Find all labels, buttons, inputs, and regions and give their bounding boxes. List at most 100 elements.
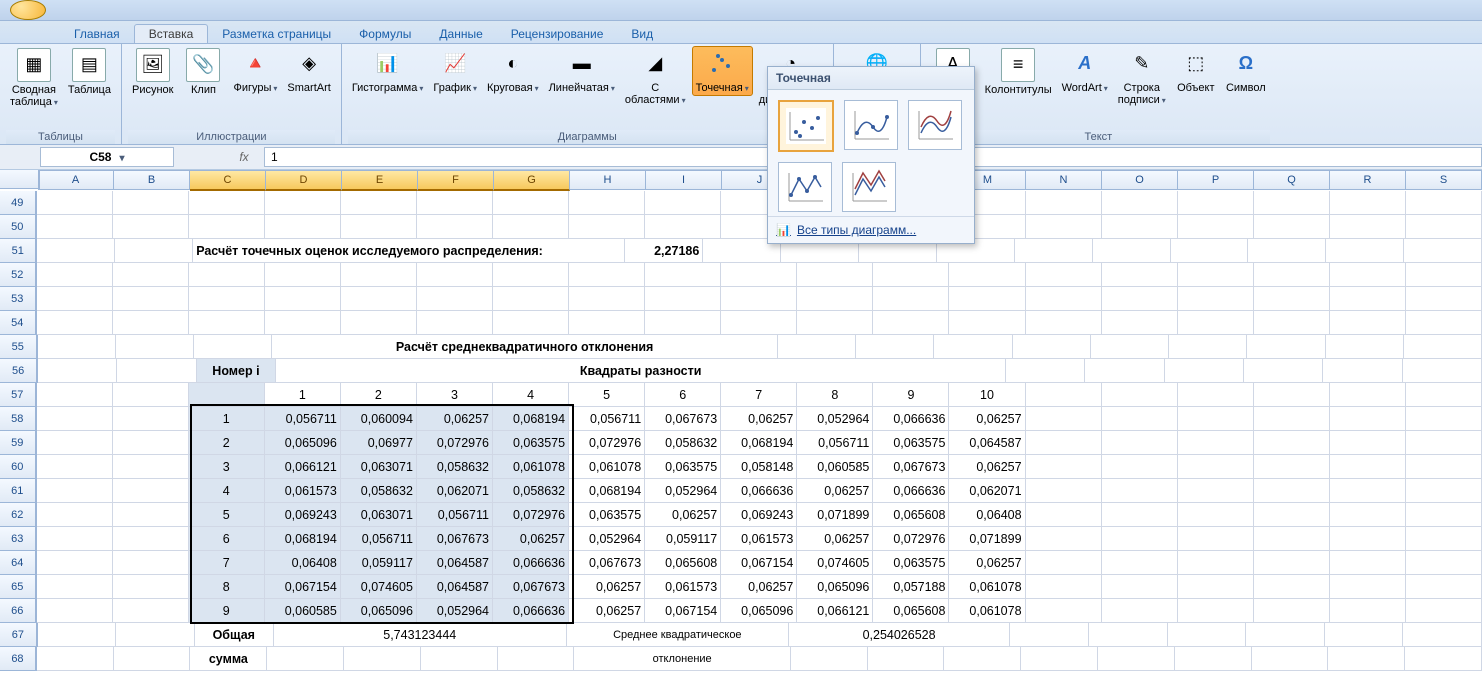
row-header-62[interactable]: 62 xyxy=(0,503,37,527)
column-header-N[interactable]: N xyxy=(1026,171,1102,190)
cell[interactable] xyxy=(37,527,113,551)
all-chart-types-link[interactable]: 📊 Все типы диаграмм... xyxy=(768,216,974,243)
cell[interactable]: 0,06257 xyxy=(721,575,797,599)
row-header-64[interactable]: 64 xyxy=(0,551,37,575)
cell[interactable]: 0,069243 xyxy=(265,503,341,527)
cell[interactable] xyxy=(1330,431,1406,455)
column-header-F[interactable]: F xyxy=(418,171,494,191)
row-header-53[interactable]: 53 xyxy=(0,287,37,311)
cell[interactable] xyxy=(1248,239,1326,263)
column-header-S[interactable]: S xyxy=(1406,171,1482,190)
cell[interactable] xyxy=(1406,383,1482,407)
cell[interactable] xyxy=(721,263,797,287)
cell[interactable] xyxy=(498,647,575,671)
cell[interactable]: 0,065096 xyxy=(797,575,873,599)
cell[interactable]: 0,066636 xyxy=(873,479,949,503)
cell[interactable] xyxy=(37,503,113,527)
cell[interactable] xyxy=(721,287,797,311)
cell[interactable] xyxy=(417,287,493,311)
cell[interactable] xyxy=(1026,263,1102,287)
cell[interactable] xyxy=(1406,551,1482,575)
cell[interactable] xyxy=(1102,551,1178,575)
cell[interactable]: 0,063575 xyxy=(645,455,721,479)
row-header-68[interactable]: 68 xyxy=(0,647,37,671)
cell[interactable]: 3 xyxy=(417,383,493,407)
cell[interactable]: Расчёт среднеквадратичного отклонения xyxy=(272,335,778,359)
cell[interactable] xyxy=(721,311,797,335)
cell[interactable]: 0,071899 xyxy=(949,527,1025,551)
cell[interactable] xyxy=(1102,311,1178,335)
cell[interactable] xyxy=(37,287,113,311)
cell[interactable] xyxy=(113,191,189,215)
cell[interactable] xyxy=(1254,431,1330,455)
cell[interactable] xyxy=(417,311,493,335)
column-header-I[interactable]: I xyxy=(646,171,722,190)
cell[interactable] xyxy=(1026,383,1102,407)
cell[interactable]: 0,062071 xyxy=(417,479,493,503)
column-header-A[interactable]: A xyxy=(38,171,114,190)
cell[interactable] xyxy=(1406,311,1482,335)
cell[interactable] xyxy=(873,311,949,335)
line-chart-button[interactable]: 📈 График xyxy=(429,46,481,96)
cell[interactable] xyxy=(265,311,341,335)
cell[interactable] xyxy=(1026,503,1102,527)
cell[interactable]: 0,072976 xyxy=(417,431,493,455)
cell[interactable] xyxy=(868,647,945,671)
clip-button[interactable]: 📎 Клип xyxy=(179,46,227,98)
fx-icon[interactable]: fx xyxy=(234,150,254,164)
cell[interactable] xyxy=(1330,599,1406,623)
cell[interactable] xyxy=(1406,455,1482,479)
cell[interactable]: 0,058632 xyxy=(493,479,569,503)
cell[interactable] xyxy=(344,647,421,671)
cell[interactable]: 0,066636 xyxy=(493,599,569,623)
cell[interactable] xyxy=(944,647,1021,671)
cell[interactable] xyxy=(1165,359,1244,383)
cell[interactable] xyxy=(37,455,113,479)
cell[interactable]: 0,074605 xyxy=(797,551,873,575)
cell[interactable]: 9 xyxy=(873,383,949,407)
cell[interactable]: 6 xyxy=(189,527,265,551)
cell[interactable]: 2 xyxy=(341,383,417,407)
cell[interactable] xyxy=(1247,335,1325,359)
cell[interactable]: 0,065608 xyxy=(873,599,949,623)
cell[interactable] xyxy=(113,311,189,335)
cell[interactable]: 0,052964 xyxy=(417,599,493,623)
cell[interactable] xyxy=(37,263,113,287)
cell[interactable] xyxy=(113,407,189,431)
cell[interactable]: Среднее квадратическое xyxy=(567,623,789,647)
cell[interactable] xyxy=(797,263,873,287)
cell[interactable] xyxy=(1330,215,1406,239)
cell[interactable] xyxy=(189,287,265,311)
cell[interactable] xyxy=(1406,287,1482,311)
picture-button[interactable]: 🖼 Рисунок xyxy=(128,46,178,98)
cell[interactable] xyxy=(1171,239,1249,263)
cell[interactable] xyxy=(1406,215,1482,239)
row-header-60[interactable]: 60 xyxy=(0,455,37,479)
cell[interactable] xyxy=(645,263,721,287)
cell[interactable]: 0,063575 xyxy=(873,551,949,575)
cell[interactable]: 0,057188 xyxy=(873,575,949,599)
cell[interactable] xyxy=(1026,527,1102,551)
cell[interactable] xyxy=(1330,551,1406,575)
cell[interactable]: Расчёт точечных оценок исследуемого расп… xyxy=(193,239,625,263)
row-header-66[interactable]: 66 xyxy=(0,599,37,623)
column-header-H[interactable]: H xyxy=(570,171,646,190)
cell[interactable] xyxy=(1178,191,1254,215)
cell[interactable]: 0,06257 xyxy=(949,407,1025,431)
cell[interactable] xyxy=(1175,647,1252,671)
cell[interactable] xyxy=(194,335,272,359)
cell[interactable]: 0,065096 xyxy=(721,599,797,623)
cell[interactable] xyxy=(267,647,344,671)
symbol-button[interactable]: Ω Символ xyxy=(1222,46,1270,96)
cell[interactable]: 0,068194 xyxy=(265,527,341,551)
cell[interactable] xyxy=(117,359,196,383)
cell[interactable] xyxy=(38,623,117,647)
pie-chart-button[interactable]: ◐ Круговая xyxy=(483,46,543,96)
cell[interactable] xyxy=(113,383,189,407)
cell[interactable]: 0,072976 xyxy=(873,527,949,551)
cell[interactable]: 8 xyxy=(189,575,265,599)
cell[interactable] xyxy=(113,575,189,599)
cell[interactable] xyxy=(1323,359,1402,383)
cell[interactable] xyxy=(934,335,1012,359)
cell[interactable] xyxy=(1102,479,1178,503)
